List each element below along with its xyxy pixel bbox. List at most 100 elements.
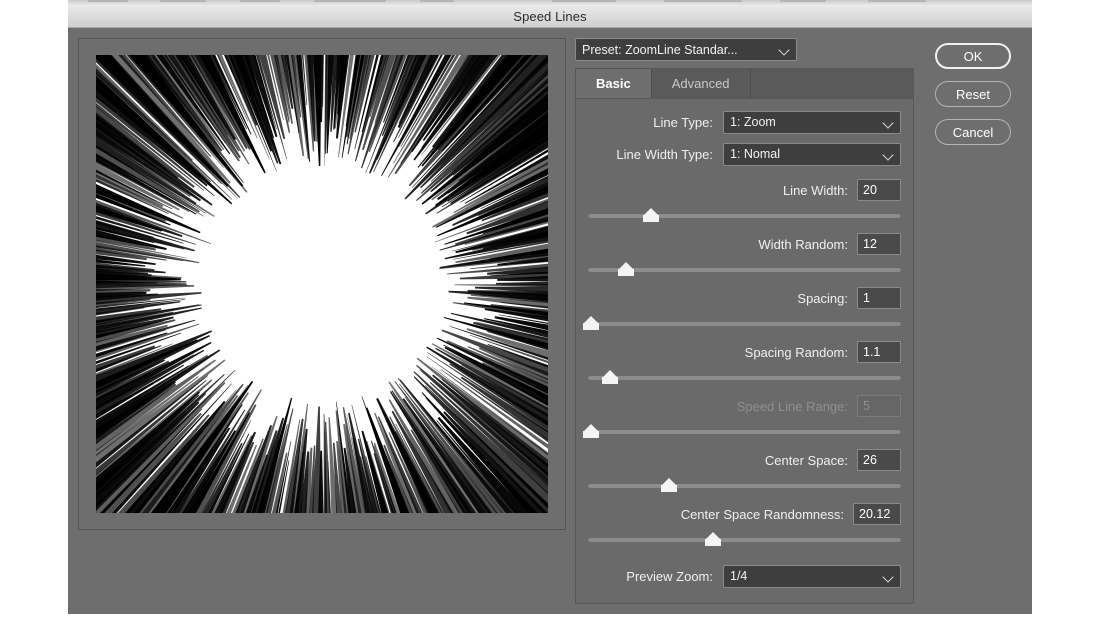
slider-header-4: Speed Line Range: 5 [588,393,901,419]
slider-label-5: Center Space: [764,452,848,468]
slider-value-field-5[interactable]: 26 [857,449,901,471]
line-width-type-label: Line Width Type: [616,146,713,162]
preview-zoom-label: Preview Zoom: [626,568,713,584]
ok-button-label: OK [963,48,983,64]
slider-1[interactable] [588,261,901,279]
slider-value-field-4: 5 [857,395,901,417]
slider-track-3 [588,375,901,380]
slider-header-6: Center Space Randomness: 20.12 [588,501,901,527]
slider-value-5: 26 [863,453,877,467]
slider-track-2 [588,321,901,326]
chevron-down-icon [883,149,894,160]
slider-header-2: Spacing: 1 [588,285,901,311]
preview-pane [78,38,575,604]
tab-content-basic: Line Type: 1: Zoom Line Width Type: 1: N… [576,99,913,603]
slider-value-field-1[interactable]: 12 [857,233,901,255]
preview-canvas[interactable] [96,55,548,513]
slider-value-0: 20 [863,183,877,197]
reset-button-label: Reset [956,86,990,102]
dialog-title: Speed Lines [513,9,587,24]
slider-track-6 [588,537,901,542]
slider-2[interactable] [583,315,901,333]
slider-label-2: Spacing: [797,290,848,306]
slider-label-3: Spacing Random: [744,344,848,360]
slider-group-0: Line Width: 20 [588,177,901,225]
slider-label-6: Center Space Randomness: [680,506,844,522]
chevron-down-icon [883,117,894,128]
slider-thumb-0[interactable] [642,208,659,222]
line-width-type-value: 1: Nomal [730,147,781,161]
slider-thumb-4[interactable] [583,424,600,438]
slider-group-1: Width Random: 12 [588,231,901,279]
slider-label-4: Speed Line Range: [736,398,848,414]
buttons-column: OK Reset Cancel [924,38,1022,604]
slider-group-5: Center Space: 26 [588,447,901,495]
line-width-type-select[interactable]: 1: Nomal [723,142,901,166]
slider-group-2: Spacing: 1 [583,285,901,333]
slider-thumb-1[interactable] [617,262,634,276]
slider-group-3: Spacing Random: 1.1 [588,339,901,387]
slider-value-field-3[interactable]: 1.1 [857,341,901,363]
row-line-type: Line Type: 1: Zoom [588,107,901,137]
slider-value-field-6[interactable]: 20.12 [853,503,901,525]
reset-button[interactable]: Reset [935,81,1011,107]
slider-value-4: 5 [863,399,870,413]
tabstrip: Basic Advanced [576,69,913,99]
tab-advanced[interactable]: Advanced [652,69,751,98]
preset-select[interactable]: Preset: ZoomLine Standar... [575,38,797,61]
slider-value-field-2[interactable]: 1 [857,287,901,309]
preview-zoom-select[interactable]: 1/4 [723,564,901,588]
slider-thumb-6[interactable] [705,532,722,546]
slider-track-4 [588,429,901,434]
slider-group-4: Speed Line Range: 5 [583,393,901,441]
slider-6[interactable] [588,531,901,549]
tab-basic-label: Basic [596,76,631,91]
slider-thumb-3[interactable] [601,370,618,384]
ok-button[interactable]: OK [935,43,1011,69]
slider-header-3: Spacing Random: 1.1 [588,339,901,365]
line-type-value: 1: Zoom [730,115,776,129]
preview-frame [78,38,566,530]
row-preview-zoom: Preview Zoom: 1/4 [588,561,901,591]
sliders-host: Line Width: 20 Width Random: 12 Spacing: 1 Spa… [583,171,901,549]
slider-thumb-2[interactable] [583,316,600,330]
slider-value-field-0[interactable]: 20 [857,179,901,201]
slider-0[interactable] [588,207,901,225]
dialog-titlebar: Speed Lines [68,6,1032,28]
slider-track-5 [588,483,901,488]
slider-header-1: Width Random: 12 [588,231,901,257]
tab-panel: Basic Advanced Line Type: 1: Zoom Line W… [575,68,914,604]
tab-basic[interactable]: Basic [576,69,652,98]
slider-label-1: Width Random: [758,236,848,252]
slider-value-2: 1 [863,291,870,305]
slider-header-5: Center Space: 26 [588,447,901,473]
slider-thumb-5[interactable] [661,478,678,492]
cancel-button-label: Cancel [952,124,994,140]
dialog-body: Preset: ZoomLine Standar... Basic Advanc… [68,28,1032,614]
line-type-select[interactable]: 1: Zoom [723,110,901,134]
tab-advanced-label: Advanced [671,76,730,91]
controls-column: Preset: ZoomLine Standar... Basic Advanc… [575,38,914,604]
slider-label-0: Line Width: [782,182,848,198]
slider-4[interactable] [583,423,901,441]
line-type-label: Line Type: [653,114,713,130]
row-line-width-type: Line Width Type: 1: Nomal [588,139,901,169]
slider-group-6: Center Space Randomness: 20.12 [588,501,901,549]
slider-track-1 [588,267,901,272]
preview-zoom-value: 1/4 [730,569,748,583]
slider-5[interactable] [588,477,901,495]
speed-lines-preview-image [96,55,548,513]
chevron-down-icon [779,44,790,55]
cancel-button[interactable]: Cancel [935,119,1011,145]
slider-value-6: 20.12 [859,507,891,521]
slider-3[interactable] [588,369,901,387]
slider-track-0 [588,213,901,218]
slider-header-0: Line Width: 20 [588,177,901,203]
right-column: Preset: ZoomLine Standar... Basic Advanc… [575,38,1022,604]
tabstrip-filler [751,69,913,98]
chevron-down-icon [883,571,894,582]
speed-lines-dialog: Speed Lines Preset: ZoomLine Standar... [68,6,1032,614]
preset-row: Preset: ZoomLine Standar... [575,38,914,61]
preset-select-value: Preset: ZoomLine Standar... [582,42,738,57]
slider-value-1: 12 [863,237,877,251]
